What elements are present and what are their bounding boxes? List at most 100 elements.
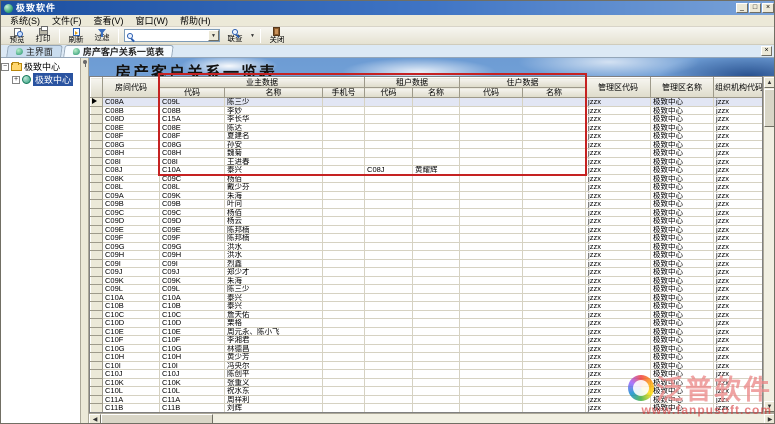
group-header-tenant[interactable]: 租户数据 (365, 78, 460, 88)
grid-cell[interactable]: 极致中心 (651, 115, 714, 124)
expand-icon[interactable]: + (12, 76, 20, 84)
grid-cell[interactable]: C10A (160, 293, 225, 302)
grid-cell[interactable]: 栗格 (225, 319, 323, 328)
grid-cell[interactable] (523, 361, 586, 370)
grid-cell[interactable]: jzzx (714, 234, 763, 243)
grid-cell[interactable] (413, 310, 460, 319)
grid-cell[interactable] (413, 132, 460, 141)
grid-cell[interactable]: C08H (103, 149, 160, 158)
grid-cell[interactable]: C09H (103, 251, 160, 260)
grid-cell[interactable] (413, 336, 460, 345)
grid-cell[interactable] (323, 285, 365, 294)
grid-cell[interactable]: jzzx (586, 149, 651, 158)
grid-cell[interactable]: jzzx (714, 200, 763, 209)
row-marker[interactable] (91, 336, 103, 345)
grid-cell[interactable]: jzzx (586, 132, 651, 141)
grid-cell[interactable]: C08F (103, 132, 160, 141)
grid-cell[interactable]: 刘辉 (225, 404, 323, 413)
grid-cell[interactable]: 郑少才 (225, 268, 323, 277)
horizontal-scrollbar[interactable]: ◀ ▶ (89, 413, 775, 424)
grid-cell[interactable]: jzzx (714, 387, 763, 396)
grid-cell[interactable] (460, 310, 523, 319)
grid-cell[interactable]: 杨佰 (225, 174, 323, 183)
grid-cell[interactable] (365, 276, 413, 285)
grid-cell[interactable]: C09I (160, 259, 225, 268)
grid-cell[interactable]: jzzx (714, 285, 763, 294)
grid-cell[interactable]: jzzx (586, 106, 651, 115)
grid-cell[interactable]: jzzx (586, 293, 651, 302)
grid-cell[interactable]: C09C (160, 174, 225, 183)
grid-cell[interactable] (365, 404, 413, 413)
row-marker[interactable] (91, 404, 103, 413)
grid-cell[interactable] (413, 378, 460, 387)
grid-cell[interactable]: jzzx (586, 285, 651, 294)
grid-cell[interactable]: jzzx (714, 132, 763, 141)
vertical-scrollbar[interactable]: ▲ ▼ (763, 76, 775, 413)
grid-cell[interactable]: jzzx (586, 361, 651, 370)
grid-cell[interactable] (365, 259, 413, 268)
grid-cell[interactable] (413, 344, 460, 353)
grid-cell[interactable] (460, 242, 523, 251)
grid-cell[interactable] (460, 115, 523, 124)
grid-cell[interactable]: 夏建名 (225, 132, 323, 141)
grid-cell[interactable]: 孙安 (225, 140, 323, 149)
tree-node-center[interactable]: + 极致中心 (12, 74, 80, 85)
grid-cell[interactable]: 洪水 (225, 242, 323, 251)
grid-cell[interactable] (323, 157, 365, 166)
grid-cell[interactable] (323, 234, 365, 243)
grid-cell[interactable] (365, 361, 413, 370)
grid-cell[interactable]: jzzx (586, 327, 651, 336)
grid-cell[interactable]: 极致中心 (651, 327, 714, 336)
grid-cell[interactable]: C08J (103, 166, 160, 175)
grid-cell[interactable] (413, 140, 460, 149)
grid-cell[interactable]: C09A (103, 191, 160, 200)
column-header-owner-code[interactable]: 代码 (160, 88, 225, 98)
grid-cell[interactable] (365, 200, 413, 209)
grid-cell[interactable]: jzzx (586, 395, 651, 404)
grid-cell[interactable]: jzzx (714, 327, 763, 336)
grid-cell[interactable]: 冯央尔 (225, 361, 323, 370)
grid-cell[interactable] (413, 183, 460, 192)
grid-cell[interactable]: C09G (103, 242, 160, 251)
row-marker[interactable] (91, 217, 103, 226)
grid-cell[interactable] (413, 200, 460, 209)
grid-cell[interactable]: C08A (103, 98, 160, 107)
grid-cell[interactable]: jzzx (714, 225, 763, 234)
grid-cell[interactable]: 林德昌 (225, 344, 323, 353)
grid-cell[interactable]: 极致中心 (651, 157, 714, 166)
row-marker[interactable] (91, 344, 103, 353)
grid-cell[interactable] (460, 302, 523, 311)
grid-cell[interactable] (460, 353, 523, 362)
grid-cell[interactable]: C09H (160, 251, 225, 260)
grid-cell[interactable]: C08G (160, 140, 225, 149)
grid-cell[interactable]: 泰兴 (225, 293, 323, 302)
grid-cell[interactable] (365, 293, 413, 302)
grid-cell[interactable]: C09F (103, 234, 160, 243)
grid-cell[interactable]: C08I (160, 157, 225, 166)
grid-cell[interactable]: 极致中心 (651, 268, 714, 277)
grid-cell[interactable] (365, 395, 413, 404)
grid-cell[interactable]: jzzx (586, 191, 651, 200)
filter-button[interactable]: 过滤 (90, 27, 114, 44)
column-header-phone[interactable]: 手机号 (323, 88, 365, 98)
grid-cell[interactable]: jzzx (714, 174, 763, 183)
grid-cell[interactable]: 极致中心 (651, 208, 714, 217)
grid-cell[interactable] (523, 404, 586, 413)
grid-cell[interactable]: C10G (160, 344, 225, 353)
grid-cell[interactable]: C10J (160, 370, 225, 379)
grid-cell[interactable] (523, 200, 586, 209)
row-marker[interactable] (91, 106, 103, 115)
panel-splitter[interactable] (81, 58, 89, 424)
grid-cell[interactable]: jzzx (714, 191, 763, 200)
grid-cell[interactable]: C09E (160, 225, 225, 234)
row-marker[interactable] (91, 140, 103, 149)
horizontal-scroll-thumb[interactable] (101, 414, 213, 424)
grid-cell[interactable]: jzzx (586, 140, 651, 149)
grid-cell[interactable] (413, 395, 460, 404)
grid-cell[interactable]: C10L (160, 387, 225, 396)
grid-cell[interactable] (523, 98, 586, 107)
grid-cell[interactable] (323, 404, 365, 413)
menu-item[interactable]: 系统(S) (4, 15, 46, 27)
grid-cell[interactable]: jzzx (586, 200, 651, 209)
grid-cell[interactable]: 杨云 (225, 217, 323, 226)
